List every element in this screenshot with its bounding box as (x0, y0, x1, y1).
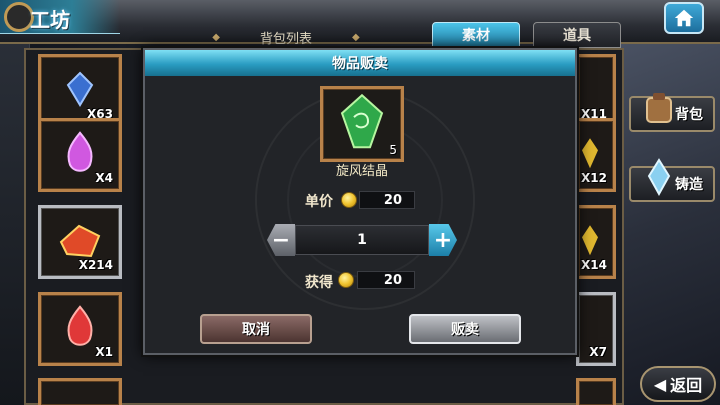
coin-icon (338, 272, 354, 288)
forge-button[interactable]: 铸造 (629, 158, 715, 202)
inventory-slot[interactable]: X12 (576, 118, 616, 192)
sell-dialog: 物品贩卖 5 旋风结晶 单价 20 − 1 + 获得 20 取消 贩卖 (143, 48, 577, 355)
slot-quantity: X4 (95, 171, 113, 185)
item-slot: 5 (320, 86, 404, 162)
backpack-list-header: ◆ 背包列表 ◆ (146, 26, 426, 48)
diamond-ornament-icon: ◆ (352, 31, 360, 43)
inventory-slot[interactable]: X7 (576, 292, 616, 366)
fire-leaf-icon (59, 224, 101, 258)
inventory-slot[interactable]: X14 (576, 205, 616, 279)
forge-label: 铸造 (675, 177, 703, 193)
crystal-icon (66, 71, 94, 107)
tab-item[interactable]: 道具 (533, 22, 621, 48)
quantity-field[interactable]: 1 (295, 225, 429, 255)
diamond-ornament-icon: ◆ (212, 31, 220, 43)
slot-quantity: X12 (581, 171, 607, 185)
inventory-slot[interactable] (38, 378, 122, 405)
dialog-title: 物品贩卖 (145, 50, 575, 76)
cancel-button[interactable]: 取消 (200, 314, 312, 344)
backpack-icon (646, 93, 672, 123)
inventory-slot[interactable] (576, 378, 616, 405)
forge-crystal-icon (647, 158, 671, 197)
backpack-label: 背包 (675, 107, 703, 123)
gold-crystal-icon (582, 138, 598, 169)
title-plate: 工坊 (0, 0, 120, 34)
unit-price-label: 单价 (305, 194, 333, 210)
gain-label: 获得 (305, 275, 333, 291)
tab-material[interactable]: 素材 (432, 22, 520, 48)
red-flame-icon (67, 305, 93, 346)
backpack-button[interactable]: 背包 (629, 93, 715, 132)
wind-crystal-icon (340, 93, 384, 149)
slot-quantity: X1 (95, 345, 113, 359)
gold-crystal-icon (582, 225, 598, 256)
home-button[interactable] (664, 2, 704, 34)
back-arrow-icon: ◀ (653, 374, 667, 394)
slot-quantity: X7 (589, 345, 607, 359)
inventory-slot[interactable]: X63 (38, 54, 122, 128)
home-icon (674, 9, 694, 27)
flame-crystal-icon (67, 131, 93, 172)
gain-value: 20 (357, 271, 415, 289)
back-button[interactable]: ◀ 返回 (640, 366, 716, 402)
slot-quantity: X14 (581, 258, 607, 272)
item-quantity: 5 (389, 143, 397, 157)
slot-quantity: X214 (78, 258, 113, 272)
inventory-slot[interactable]: X214 (38, 205, 122, 279)
coin-icon (341, 192, 357, 208)
inventory-slot[interactable]: X11 (576, 54, 616, 128)
item-name: 旋风结晶 (335, 164, 388, 179)
back-label: 返回 (670, 376, 703, 395)
sell-button[interactable]: 贩卖 (409, 314, 521, 344)
inventory-slot[interactable]: X1 (38, 292, 122, 366)
backpack-list-label: 背包列表 (259, 31, 312, 47)
unit-price-value: 20 (359, 191, 415, 209)
inventory-slot[interactable]: X4 (38, 118, 122, 192)
page-title: 工坊 (30, 8, 70, 32)
